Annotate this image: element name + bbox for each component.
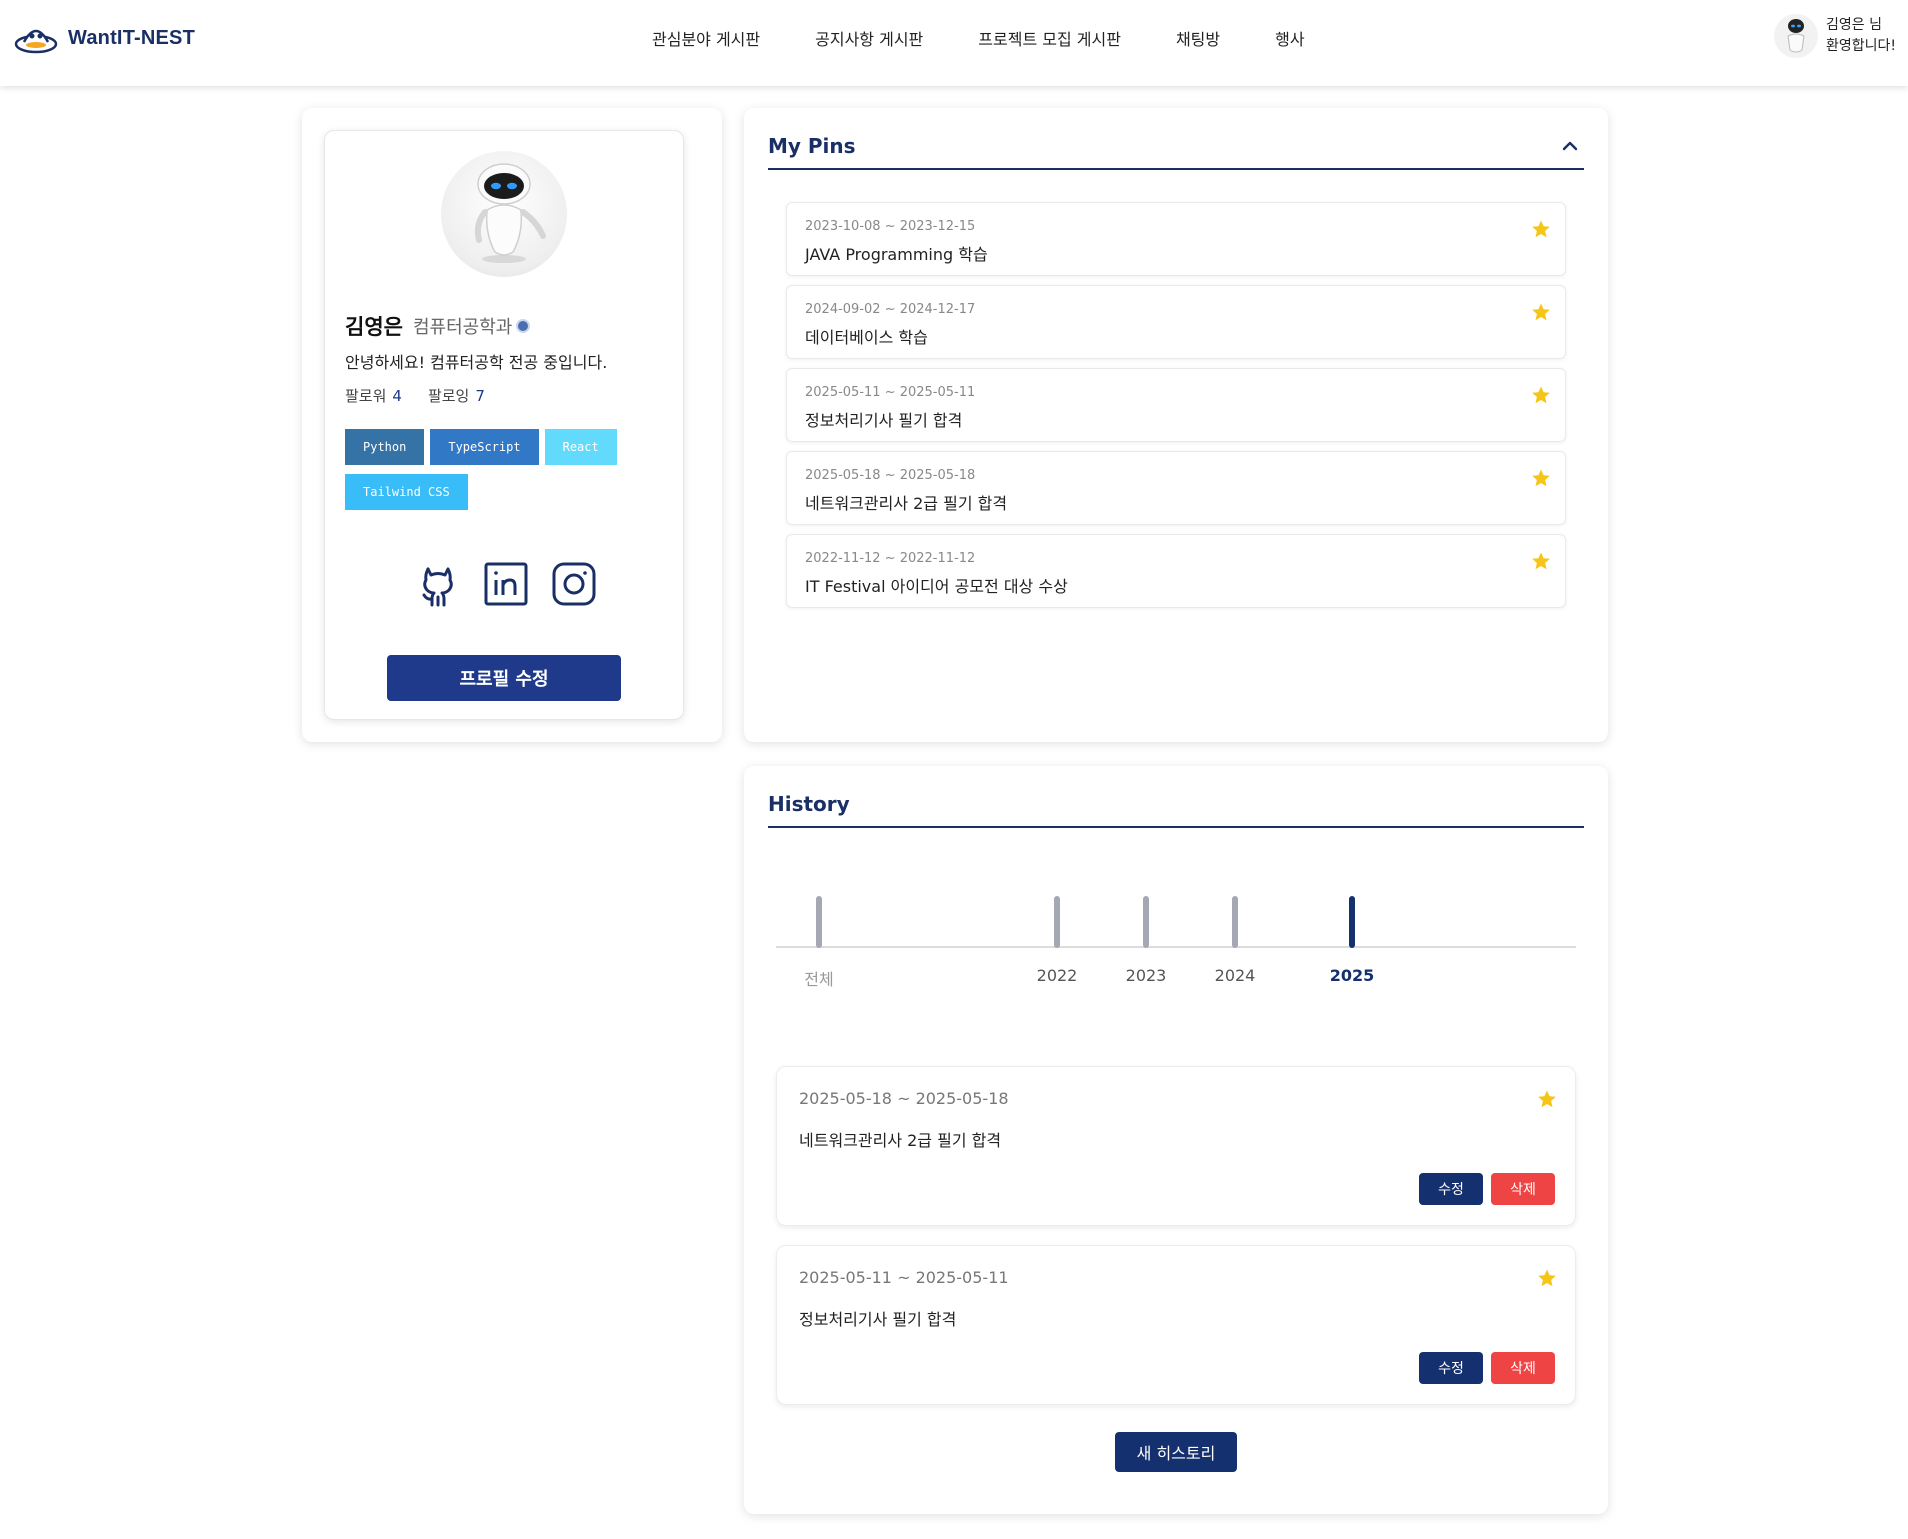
profile-avatar (441, 151, 567, 277)
pins-panel: My Pins 2023-10-08 ~ 2023-12-15 JAVA Pro… (744, 108, 1608, 742)
pin-title: 데이터베이스 학습 (805, 328, 928, 347)
greeting-welcome: 환영합니다! (1826, 38, 1897, 54)
robot-avatar-icon (474, 163, 546, 263)
brand-name: WantIT-NEST (68, 26, 196, 49)
delete-history-button[interactable]: 삭제 (1491, 1173, 1555, 1205)
robot-avatar-icon (1787, 19, 1805, 53)
delete-history-button[interactable]: 삭제 (1491, 1352, 1555, 1384)
pin-date: 2024-09-02 ~ 2024-12-17 (805, 302, 976, 317)
user-avatar[interactable] (1774, 14, 1818, 58)
followers-count: 4 (392, 387, 402, 405)
star-icon[interactable] (1531, 468, 1551, 488)
timeline-tick-2022[interactable] (1054, 896, 1060, 948)
timeline-label-2025[interactable]: 2025 (1312, 966, 1392, 985)
history-list: 2025-05-18 ~ 2025-05-18 네트워크관리사 2급 필기 합격… (776, 1066, 1576, 1424)
star-icon[interactable] (1531, 219, 1551, 239)
pin-date: 2023-10-08 ~ 2023-12-15 (805, 219, 976, 234)
social-links (415, 561, 597, 607)
timeline-tick-2024[interactable] (1232, 896, 1238, 948)
pin-title: IT Festival 아이디어 공모전 대상 수상 (805, 577, 1068, 596)
timeline-label-2024[interactable]: 2024 (1195, 966, 1275, 985)
history-date: 2025-05-18 ~ 2025-05-18 (799, 1089, 1009, 1108)
followers-stat[interactable]: 팔로워 4 (345, 385, 402, 406)
star-icon[interactable] (1531, 385, 1551, 405)
top-header: WantIT-NEST 관심분야 게시판 공지사항 게시판 프로젝트 모집 게시… (0, 0, 1908, 86)
pins-title: My Pins (768, 134, 856, 158)
pin-title: 정보처리기사 필기 합격 (805, 411, 963, 430)
user-menu[interactable]: 김영은 님 환영합니다! (1774, 14, 1896, 58)
history-title: History (768, 792, 850, 816)
profile-bio: 안녕하세요! 컴퓨터공학 전공 중입니다. (345, 353, 608, 372)
star-icon[interactable] (1537, 1268, 1557, 1288)
skill-tag: React (544, 429, 617, 465)
department-badge-icon (516, 319, 531, 333)
nav-events[interactable]: 행사 (1275, 26, 1304, 50)
pin-list: 2023-10-08 ~ 2023-12-15 JAVA Programming… (786, 202, 1566, 617)
github-icon[interactable] (415, 561, 461, 607)
star-icon[interactable] (1537, 1089, 1557, 1109)
year-timeline: 전체 2022 2023 2024 2025 (776, 890, 1576, 990)
history-divider (768, 826, 1584, 828)
history-panel: History 전체 2022 2023 2024 2025 2025-05-1… (744, 766, 1608, 1514)
profile-card: 김영은 컴퓨터공학과 안녕하세요! 컴퓨터공학 전공 중입니다. 팔로워 4 팔로… (324, 130, 684, 720)
star-icon[interactable] (1531, 302, 1551, 322)
profile-panel: 김영은 컴퓨터공학과 안녕하세요! 컴퓨터공학 전공 중입니다. 팔로워 4 팔로… (302, 108, 722, 742)
pin-title: 네트워크관리사 2급 필기 합격 (805, 494, 1008, 513)
pin-title: JAVA Programming 학습 (805, 245, 988, 264)
pin-item[interactable]: 2022-11-12 ~ 2022-11-12 IT Festival 아이디어… (786, 534, 1566, 608)
follow-stats: 팔로워 4 팔로잉 7 (345, 385, 485, 406)
timeline-label-all[interactable]: 전체 (779, 966, 859, 990)
chevron-up-icon[interactable] (1560, 136, 1580, 156)
linkedin-icon[interactable] (483, 561, 529, 607)
pin-item[interactable]: 2023-10-08 ~ 2023-12-15 JAVA Programming… (786, 202, 1566, 276)
brand-logo[interactable]: WantIT-NEST (14, 18, 195, 58)
timeline-tick-2025[interactable] (1349, 896, 1355, 948)
skill-tags: Python TypeScript React Tailwind CSS (345, 429, 665, 519)
user-greeting: 김영은 님 환영합니다! (1826, 15, 1896, 57)
nav-chat[interactable]: 채팅방 (1176, 26, 1220, 50)
following-count: 7 (475, 387, 485, 405)
nav-project-board[interactable]: 프로젝트 모집 게시판 (978, 26, 1121, 50)
profile-name: 김영은 (345, 315, 403, 339)
skill-tag: Python (345, 429, 425, 465)
timeline-label-2023[interactable]: 2023 (1106, 966, 1186, 985)
edit-history-button[interactable]: 수정 (1419, 1352, 1483, 1384)
history-title-text: 정보처리기사 필기 합격 (799, 1310, 957, 1329)
pin-date: 2022-11-12 ~ 2022-11-12 (805, 551, 976, 566)
nav-notice-board[interactable]: 공지사항 게시판 (815, 26, 923, 50)
history-item: 2025-05-18 ~ 2025-05-18 네트워크관리사 2급 필기 합격… (776, 1066, 1576, 1226)
new-history-button[interactable]: 새 히스토리 (1115, 1432, 1237, 1472)
skill-tag: Tailwind CSS (345, 474, 468, 510)
history-item: 2025-05-11 ~ 2025-05-11 정보처리기사 필기 합격 수정 … (776, 1245, 1576, 1405)
pin-date: 2025-05-18 ~ 2025-05-18 (805, 468, 976, 483)
main-nav: 관심분야 게시판 공지사항 게시판 프로젝트 모집 게시판 채팅방 행사 (652, 26, 1305, 50)
timeline-label-2022[interactable]: 2022 (1017, 966, 1097, 985)
profile-department: 컴퓨터공학과 (412, 317, 513, 338)
history-date: 2025-05-11 ~ 2025-05-11 (799, 1268, 1009, 1287)
followers-label: 팔로워 (345, 387, 387, 405)
following-stat[interactable]: 팔로잉 7 (428, 385, 485, 406)
timeline-axis (776, 946, 1576, 948)
star-icon[interactable] (1531, 551, 1551, 571)
greeting-name: 김영은 님 (1826, 17, 1882, 33)
nav-interest-board[interactable]: 관심분야 게시판 (652, 26, 760, 50)
pins-divider (768, 168, 1584, 170)
following-label: 팔로잉 (427, 387, 470, 405)
profile-name-row: 김영은 컴퓨터공학과 (345, 311, 531, 341)
edit-profile-button[interactable]: 프로필 수정 (387, 655, 621, 701)
pin-item[interactable]: 2025-05-18 ~ 2025-05-18 네트워크관리사 2급 필기 합격 (786, 451, 1566, 525)
timeline-tick-all[interactable] (816, 896, 822, 948)
pin-item[interactable]: 2024-09-02 ~ 2024-12-17 데이터베이스 학습 (786, 285, 1566, 359)
saucer-logo-icon (14, 29, 58, 54)
pin-item[interactable]: 2025-05-11 ~ 2025-05-11 정보처리기사 필기 합격 (786, 368, 1566, 442)
pin-date: 2025-05-11 ~ 2025-05-11 (805, 385, 976, 400)
timeline-tick-2023[interactable] (1143, 896, 1149, 948)
edit-history-button[interactable]: 수정 (1419, 1173, 1483, 1205)
skill-tag: TypeScript (430, 429, 539, 465)
history-title-text: 네트워크관리사 2급 필기 합격 (799, 1131, 1002, 1150)
instagram-icon[interactable] (551, 561, 597, 607)
